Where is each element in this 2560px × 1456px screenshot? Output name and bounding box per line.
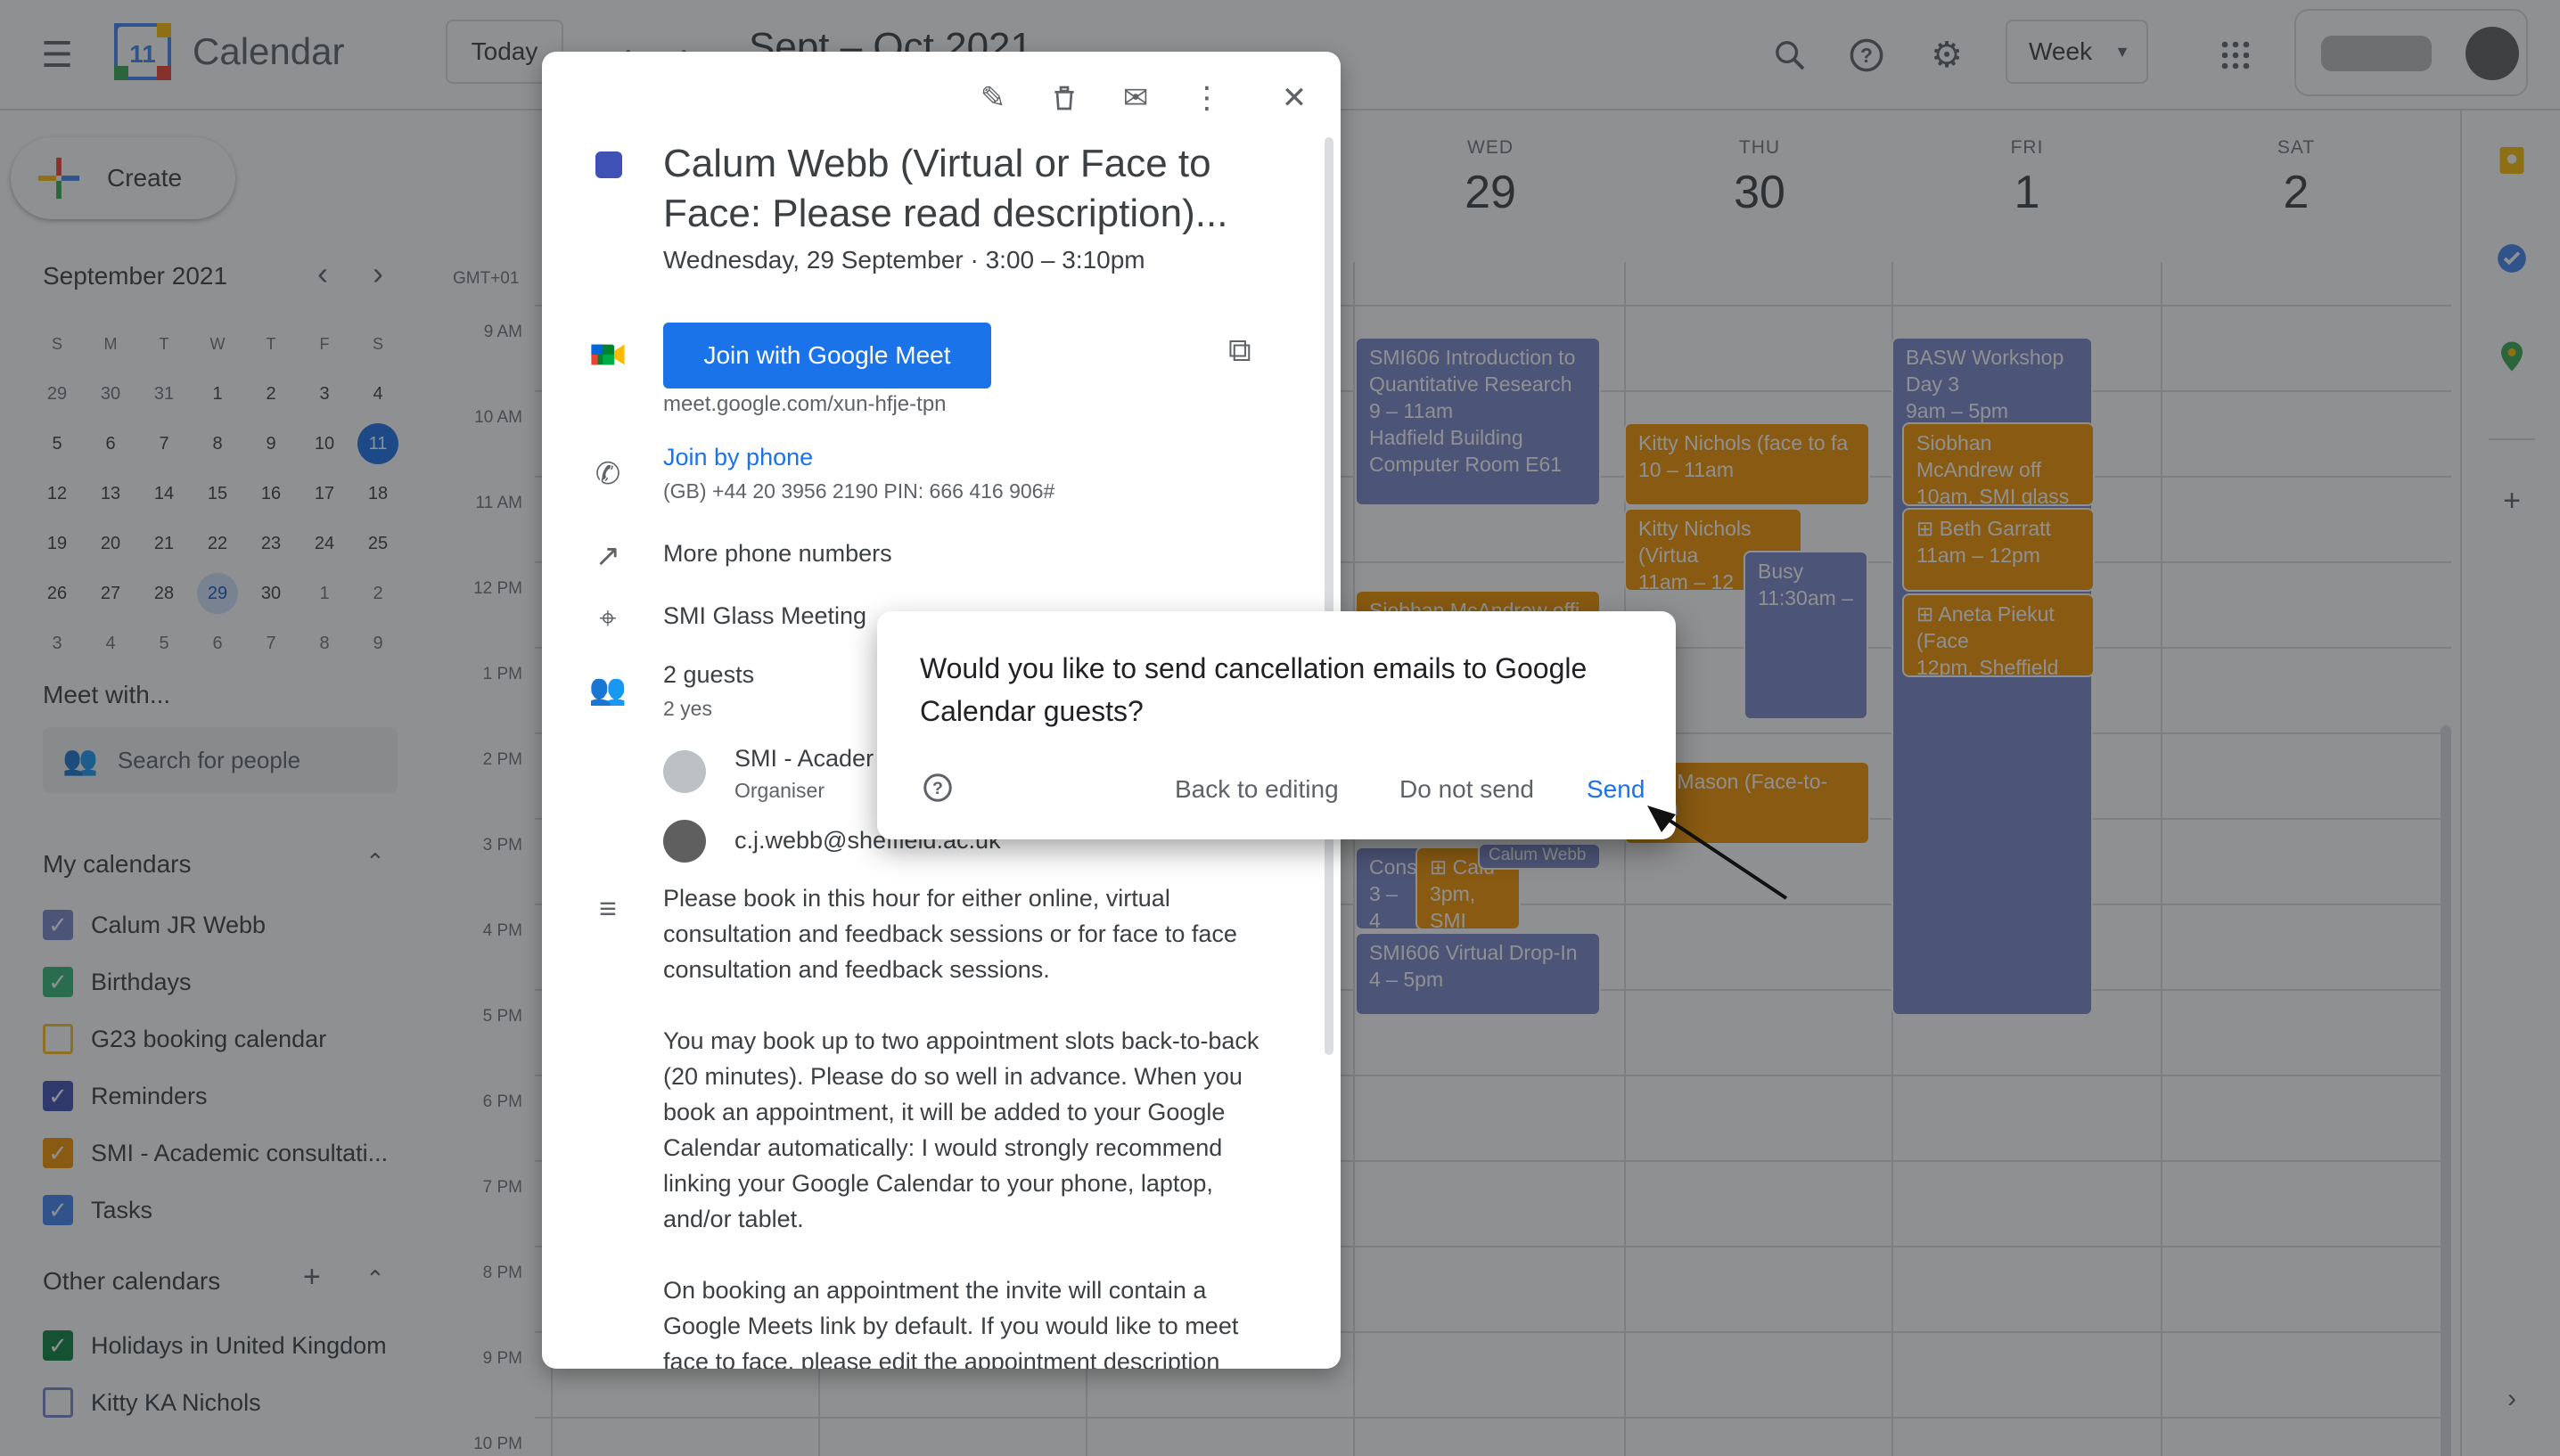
- external-link-icon: ↗: [595, 539, 621, 573]
- meet-link[interactable]: meet.google.com/xun-hfje-tpn: [663, 392, 947, 417]
- event-color-swatch: [595, 151, 622, 178]
- copy-icon[interactable]: ⧉: [1228, 331, 1251, 370]
- join-by-phone-link[interactable]: Join by phone: [663, 444, 813, 471]
- more-options-icon[interactable]: ⋮: [1182, 73, 1232, 123]
- delete-trash-icon[interactable]: [1039, 73, 1089, 123]
- dialog-question: Would you like to send cancellation emai…: [920, 652, 1588, 727]
- google-meet-icon: [588, 335, 628, 374]
- location-pin-icon: ⌖: [599, 601, 617, 635]
- description-lines-icon: ≡: [599, 891, 617, 926]
- send-button[interactable]: Send: [1587, 768, 1645, 811]
- cancellation-email-dialog: Would you like to send cancellation emai…: [877, 611, 1676, 839]
- guests-responses: 2 yes: [663, 697, 712, 720]
- guests-icon: 👥: [588, 673, 628, 707]
- do-not-send-button[interactable]: Do not send: [1399, 768, 1534, 811]
- event-description: Please book in this hour for either onli…: [663, 885, 1259, 1369]
- more-phone-numbers-link[interactable]: More phone numbers: [663, 540, 892, 568]
- annotation-arrow-icon: [1647, 806, 1788, 900]
- avatar: [663, 820, 706, 863]
- event-title: Calum Webb (Virtual or Face to Face: Ple…: [663, 142, 1228, 235]
- event-location: SMI Glass Meeting: [663, 602, 867, 629]
- phone-icon: ✆: [595, 457, 621, 491]
- email-guests-icon[interactable]: ✉: [1111, 73, 1161, 123]
- guests-count: 2 guests: [663, 661, 755, 688]
- join-google-meet-button[interactable]: Join with Google Meet: [663, 323, 991, 389]
- event-datetime: Wednesday, 29 September · 3:00 – 3:10pm: [663, 246, 1145, 274]
- back-to-editing-button[interactable]: Back to editing: [1175, 768, 1339, 811]
- detail-scrollbar[interactable]: [1325, 137, 1333, 1055]
- avatar: [663, 750, 706, 793]
- edit-pencil-icon[interactable]: ✎: [968, 73, 1018, 123]
- svg-text:?: ?: [932, 779, 943, 798]
- close-icon[interactable]: ✕: [1269, 73, 1319, 123]
- join-by-phone-label: Join by phone: [663, 444, 814, 470]
- guest-name[interactable]: SMI - Acader: [734, 745, 874, 773]
- guest-role: Organiser: [734, 779, 825, 802]
- phone-details: (GB) +44 20 3956 2190 PIN: 666 416 906#: [663, 479, 1055, 503]
- help-icon[interactable]: ?: [920, 770, 956, 806]
